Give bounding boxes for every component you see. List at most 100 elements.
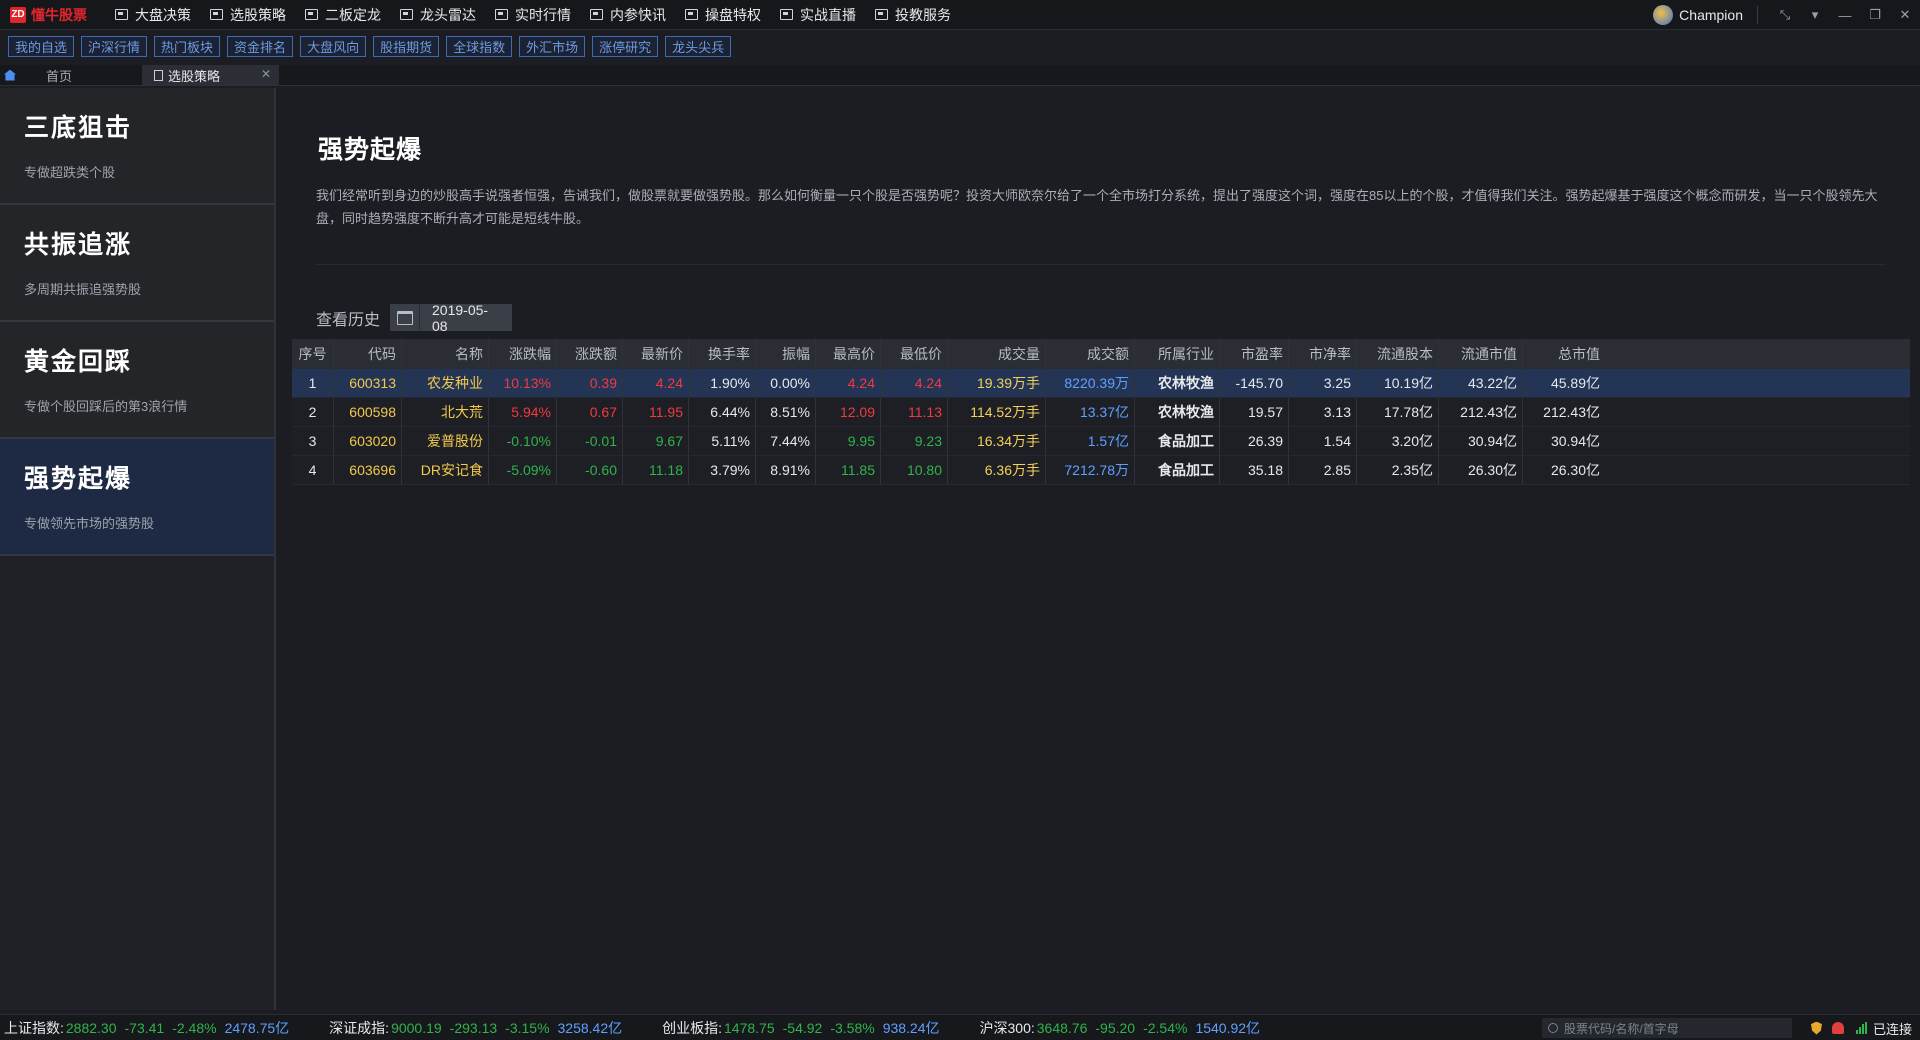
table-row[interactable]: 2 600598 北大荒 5.94% 0.67 11.95 6.44% 8.51% 12.09 1…	[292, 398, 1910, 427]
index-price: 1478.75	[724, 1019, 775, 1036]
strategy-description: 我们经常听到身边的炒股高手说强者恒强，告诫我们，做股票就要做强势股。那么如何衡量…	[316, 188, 1878, 226]
strategy-item-2[interactable]: 黄金回踩 专做个股回踩后的第3浪行情	[0, 322, 274, 439]
column-header[interactable]: 换手率	[689, 339, 756, 369]
column-header[interactable]: 涨跌幅	[489, 339, 557, 369]
strategy-title: 共振追涨	[24, 230, 133, 259]
column-header[interactable]: 流通股本	[1357, 339, 1439, 369]
table-cell: 2	[292, 398, 334, 426]
table-cell: -0.01	[557, 427, 623, 455]
column-header[interactable]: 序号	[292, 339, 334, 369]
column-header[interactable]: 最新价	[623, 339, 689, 369]
quick-tag-4[interactable]: 大盘风向	[300, 35, 367, 57]
tab-close-icon[interactable]: ✕	[261, 67, 271, 81]
user-name[interactable]: Champion	[1679, 7, 1743, 23]
table-cell: 11.85	[816, 456, 881, 484]
table-cell: 4	[292, 456, 334, 484]
index-price: 9000.19	[391, 1019, 442, 1036]
quick-tag-9[interactable]: 龙头尖兵	[665, 35, 732, 57]
menu-item-label: 实战直播	[800, 6, 856, 23]
menu-item-6[interactable]: 操盘特权	[685, 5, 761, 25]
dropdown-icon[interactable]: ▾	[1800, 0, 1830, 30]
column-header[interactable]: 总市值	[1523, 339, 1605, 369]
table-header: 序号 代码 名称 涨跌幅 涨跌额 最新价 换手率 振幅 最高价 最低价 成交量 成交额 所属行业 市盈率市…	[292, 339, 1910, 369]
index-quote-2[interactable]: 创业板指: 1478.75 -54.92 -3.58% 938.24亿	[662, 1018, 939, 1038]
index-percent: -2.48%	[172, 1019, 217, 1036]
column-header[interactable]: 市盈率	[1220, 339, 1289, 369]
table-cell: 5.11%	[689, 427, 756, 455]
history-selector: 查看历史 2019-05-08	[316, 302, 513, 334]
shrink-icon[interactable]: ⤡	[1770, 0, 1800, 30]
table-cell: 4.24	[881, 369, 948, 397]
shield-icon[interactable]	[1810, 1021, 1822, 1035]
stock-table: 序号 代码 名称 涨跌幅 涨跌额 最新价 换手率 振幅 最高价 最低价 成交量 成交额 所属行业 市盈率市…	[292, 339, 1910, 485]
tab-strategy[interactable]: 选股策略 ✕	[142, 65, 279, 85]
column-header[interactable]: 所属行业	[1135, 339, 1220, 369]
bell-icon[interactable]	[1831, 1022, 1844, 1034]
minimize-icon[interactable]: —	[1830, 0, 1860, 30]
calendar-button[interactable]	[390, 304, 421, 331]
quick-tag-6[interactable]: 全球指数	[446, 35, 513, 57]
restore-icon[interactable]: ❐	[1860, 0, 1890, 30]
column-header[interactable]: 成交量	[948, 339, 1046, 369]
table-cell: 30.94亿	[1550, 433, 1600, 449]
column-header[interactable]: 市净率	[1289, 339, 1357, 369]
strategy-item-0[interactable]: 三底狙击 专做超跌类个股	[0, 88, 274, 205]
table-cell: 农林牧渔	[1135, 369, 1220, 397]
menu-item-3[interactable]: 龙头雷达	[400, 5, 476, 25]
tab-home[interactable]: 首页	[20, 65, 142, 85]
menu-item-5[interactable]: 内参快讯	[590, 5, 666, 25]
table-row[interactable]: 3 603020 爱普股份 -0.10% -0.01 9.67 5.11% 7.44% 9.95…	[292, 427, 1910, 456]
column-header[interactable]: 成交额	[1046, 339, 1135, 369]
home-icon[interactable]	[0, 65, 20, 85]
table-cell: 114.52万手	[948, 398, 1046, 426]
table-cell: 7.44%	[756, 427, 816, 455]
column-header[interactable]: 名称	[402, 339, 489, 369]
column-header[interactable]: 最低价	[881, 339, 948, 369]
quick-tag-0[interactable]: 我的自选	[8, 35, 75, 57]
date-value[interactable]: 2019-05-08	[420, 302, 512, 334]
strategy-title: 黄金回踩	[24, 347, 133, 376]
quick-tag-3[interactable]: 资金排名	[227, 35, 294, 57]
quick-tag-8[interactable]: 涨停研究	[592, 35, 659, 57]
index-name: 深证成指:	[329, 1019, 390, 1036]
menu-item-7[interactable]: 实战直播	[780, 5, 856, 25]
table-cell: 12.09	[816, 398, 881, 426]
status-bar: 上证指数: 2882.30 -73.41 -2.48% 2478.75亿 深证成指: 900…	[0, 1014, 1920, 1040]
table-row[interactable]: 4 603696 DR安记食 -5.09% -0.60 11.18 3.79% 8.91% 11…	[292, 456, 1910, 485]
close-icon[interactable]: ✕	[1890, 0, 1920, 30]
menu-item-0[interactable]: 大盘决策	[115, 5, 191, 25]
avatar[interactable]	[1653, 5, 1674, 25]
column-header[interactable]: 涨跌额	[557, 339, 623, 369]
table-row[interactable]: 1 600313 农发种业 10.13% 0.39 4.24 1.90% 0.00% 4.24 4…	[292, 369, 1910, 398]
page-title: 强势起爆	[318, 135, 423, 164]
divider	[316, 264, 1886, 265]
table-cell: 9.95	[816, 427, 881, 455]
column-header[interactable]: 最高价	[816, 339, 881, 369]
table-cell: -0.60	[557, 456, 623, 484]
date-picker[interactable]: 2019-05-08	[390, 302, 513, 334]
quick-tag-2[interactable]: 热门板块	[154, 35, 221, 57]
column-header[interactable]: 代码	[334, 339, 402, 369]
table-cell: 1.54	[1289, 427, 1357, 455]
index-quote-3[interactable]: 沪深300: 3648.76 -95.20 -2.54% 1540.92亿	[980, 1018, 1261, 1038]
strategy-item-1[interactable]: 共振追涨 多周期共振追强势股	[0, 205, 274, 322]
menu-icon	[875, 9, 888, 20]
menu-item-label: 龙头雷达	[420, 6, 476, 23]
table-cell: 11.18	[623, 456, 689, 484]
index-quote-1[interactable]: 深证成指: 9000.19 -293.13 -3.15% 3258.42亿	[329, 1018, 622, 1038]
menu-item-4[interactable]: 实时行情	[495, 5, 571, 25]
index-quote-0[interactable]: 上证指数: 2882.30 -73.41 -2.48% 2478.75亿	[4, 1018, 289, 1038]
table-cell: 9.23	[881, 427, 948, 455]
quick-tag-7[interactable]: 外汇市场	[519, 35, 586, 57]
column-header[interactable]: 振幅	[756, 339, 816, 369]
menu-item-1[interactable]: 选股策略	[210, 5, 286, 25]
menu-item-8[interactable]: 投教服务	[875, 5, 951, 25]
strategy-item-3[interactable]: 强势起爆 专做领先市场的强势股	[0, 439, 274, 556]
quick-tag-1[interactable]: 沪深行情	[81, 35, 148, 57]
quick-tag-5[interactable]: 股指期货	[373, 35, 440, 57]
search-input[interactable]: 股票代码/名称/首字母	[1542, 1018, 1792, 1038]
table-cell: 26.39	[1220, 427, 1289, 455]
menu-item-2[interactable]: 二板定龙	[305, 5, 381, 25]
table-cell: 10.13%	[489, 369, 557, 397]
column-header[interactable]: 流通市值	[1439, 339, 1523, 369]
